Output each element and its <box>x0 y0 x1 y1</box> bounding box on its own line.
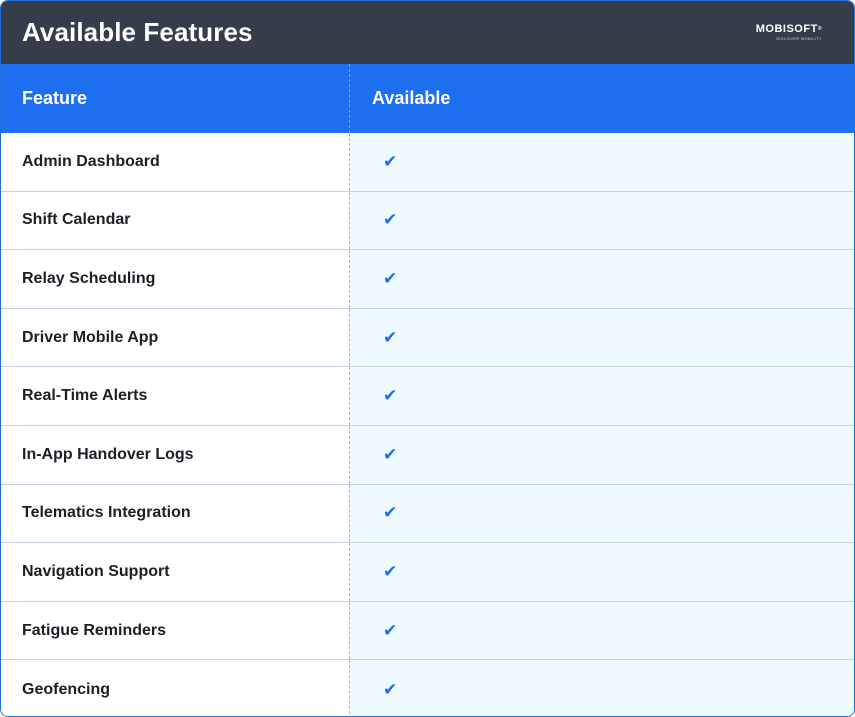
table-row: Geofencing ✔ <box>1 660 854 716</box>
table-body: Admin Dashboard ✔ Shift Calendar ✔ Relay Sch… <box>1 133 854 716</box>
mobisoft-logo: MOBISOFT® DISCOVER MOBILITY <box>755 23 822 42</box>
logo-wordmark: MOBISOFT® <box>755 23 822 35</box>
table-header-row: Feature Available <box>1 64 854 133</box>
title-bar: Available Features MOBISOFT® DISCOVER MO… <box>1 1 854 64</box>
feature-name-cell: Shift Calendar <box>1 191 350 250</box>
feature-name-cell: Real-Time Alerts <box>1 367 350 425</box>
checkmark-icon: ✔ <box>350 367 854 425</box>
checkmark-icon: ✔ <box>350 425 854 484</box>
checkmark-icon: ✔ <box>350 484 854 543</box>
checkmark-icon: ✔ <box>350 133 854 191</box>
feature-name-cell: Driver Mobile App <box>1 308 350 367</box>
column-header-feature: Feature <box>1 64 350 133</box>
feature-name-cell: In-App Handover Logs <box>1 425 350 484</box>
table-row: Navigation Support ✔ <box>1 543 854 602</box>
feature-name-cell: Telematics Integration <box>1 484 350 543</box>
features-table-card: Available Features MOBISOFT® DISCOVER MO… <box>0 0 855 717</box>
column-header-available: Available <box>372 88 451 108</box>
table-row: Admin Dashboard ✔ <box>1 133 854 192</box>
feature-name-cell: Fatigue Reminders <box>1 601 350 660</box>
checkmark-icon: ✔ <box>350 660 854 716</box>
table-row: Fatigue Reminders ✔ <box>1 601 854 661</box>
table-row: Telematics Integration ✔ <box>1 484 854 544</box>
feature-name-cell: Relay Scheduling <box>1 250 350 308</box>
checkmark-icon: ✔ <box>350 543 854 601</box>
table-row: Driver Mobile App ✔ <box>1 308 854 368</box>
page-title: Available Features <box>22 17 253 47</box>
feature-name-cell: Admin Dashboard <box>1 133 350 191</box>
checkmark-icon: ✔ <box>350 250 854 308</box>
checkmark-icon: ✔ <box>350 191 854 250</box>
table-row: Relay Scheduling ✔ <box>1 250 854 309</box>
logo-tagline: DISCOVER MOBILITY <box>776 36 822 41</box>
table-row: In-App Handover Logs ✔ <box>1 425 854 485</box>
checkmark-icon: ✔ <box>350 601 854 660</box>
table-row: Shift Calendar ✔ <box>1 191 854 251</box>
checkmark-icon: ✔ <box>350 308 854 367</box>
table-row: Real-Time Alerts ✔ <box>1 367 854 426</box>
feature-name-cell: Geofencing <box>1 660 350 716</box>
feature-name-cell: Navigation Support <box>1 543 350 601</box>
